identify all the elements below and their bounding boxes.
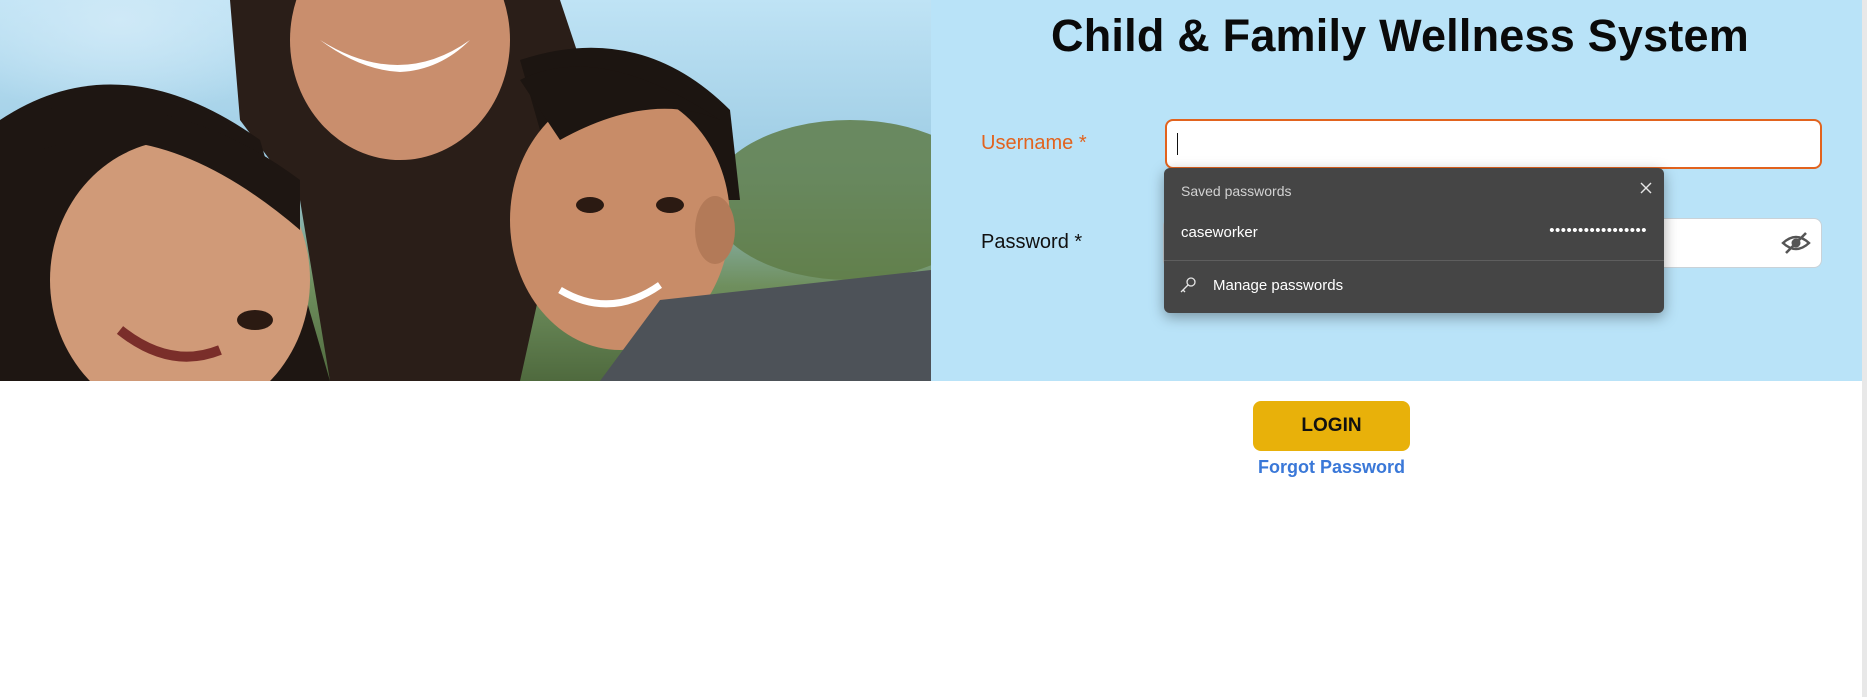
username-label: Username *: [981, 132, 1087, 154]
username-input[interactable]: [1165, 119, 1822, 169]
manage-passwords-label: Manage passwords: [1213, 277, 1344, 294]
close-icon[interactable]: [1638, 180, 1654, 196]
saved-passwords-heading: Saved passwords: [1181, 183, 1292, 199]
hero-photo: [0, 0, 931, 381]
saved-username: caseworker: [1181, 224, 1258, 241]
page-title: Child & Family Wellness System: [1051, 10, 1749, 61]
key-icon: [1180, 277, 1196, 293]
eye-slash-icon[interactable]: [1781, 231, 1811, 255]
text-caret: [1177, 133, 1178, 155]
saved-passwords-popup: Saved passwords caseworker •••••••••••••…: [1164, 168, 1664, 313]
password-label: Password *: [981, 231, 1083, 253]
saved-password-mask: •••••••••••••••••: [1549, 222, 1647, 239]
divider: [1164, 260, 1664, 261]
window-edge: [1862, 0, 1867, 697]
manage-passwords-item[interactable]: Manage passwords: [1164, 268, 1664, 304]
saved-credential-item[interactable]: caseworker •••••••••••••••••: [1164, 222, 1664, 252]
login-button[interactable]: LOGIN: [1253, 401, 1410, 451]
forgot-password-link[interactable]: Forgot Password: [1200, 457, 1463, 478]
